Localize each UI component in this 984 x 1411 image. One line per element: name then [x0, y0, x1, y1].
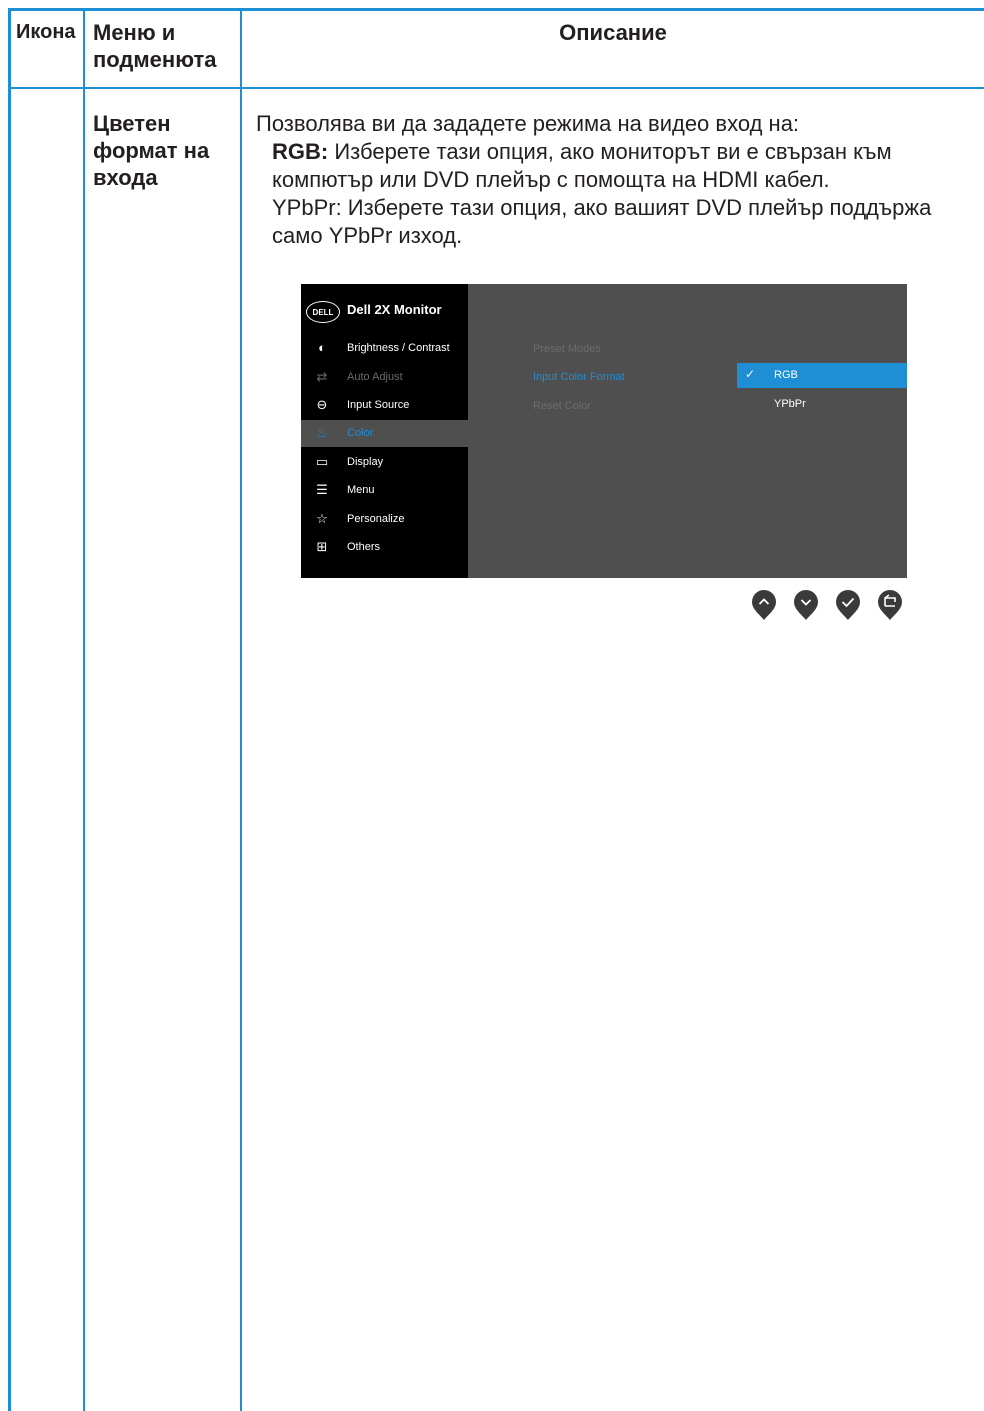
- option-label: RGB: [774, 369, 798, 381]
- osd-sidebar: DELL Dell 2X Monitor ◐ Brightness / Cont…: [301, 284, 468, 578]
- rgb-label: RGB:: [272, 139, 329, 164]
- osd-item-personalize[interactable]: ☆ Personalize: [301, 506, 468, 533]
- column-divider-2: [240, 8, 242, 1411]
- description-rgb: RGB: Изберете тази опция, ако мониторът …: [256, 138, 966, 194]
- menu-name-line1: Цветен: [93, 111, 171, 136]
- menu-name-line3: входа: [93, 165, 158, 190]
- down-button[interactable]: [793, 589, 819, 621]
- color-icon: ♨: [316, 425, 328, 440]
- table-top-border: [8, 8, 984, 11]
- osd-title: Dell 2X Monitor: [347, 302, 442, 317]
- submenu-preset-modes[interactable]: Preset Modes: [533, 343, 601, 355]
- brightness-icon: ◐: [318, 340, 326, 355]
- back-icon: [878, 590, 902, 620]
- osd-item-menu[interactable]: ☰ Menu: [301, 477, 468, 504]
- osd-item-label: Personalize: [347, 513, 405, 525]
- column-divider-1: [83, 8, 85, 1411]
- option-label: YPbPr: [774, 398, 806, 410]
- others-icon: ⊞: [316, 539, 328, 554]
- up-button[interactable]: [751, 589, 777, 621]
- osd-item-brightness[interactable]: ◐ Brightness / Contrast: [301, 335, 468, 362]
- osd-item-label: Brightness / Contrast: [347, 342, 450, 354]
- table-left-border: [8, 8, 11, 1411]
- option-ypbpr[interactable]: YPbPr: [737, 392, 907, 417]
- osd-item-label: Input Source: [347, 399, 410, 411]
- osd-item-auto-adjust[interactable]: ⇄ Auto Adjust: [301, 364, 468, 391]
- osd-item-display[interactable]: ▭ Display: [301, 449, 468, 476]
- back-button[interactable]: [877, 589, 903, 621]
- osd-item-others[interactable]: ⊞ Others: [301, 534, 468, 561]
- rgb-text: Изберете тази опция, ако мониторът ви е …: [272, 139, 892, 192]
- description: Позволява ви да зададете режима на видео…: [256, 110, 966, 250]
- header-divider: [8, 87, 984, 89]
- header-menu-column: Меню и подменюта: [93, 19, 216, 73]
- display-icon: ▭: [315, 454, 329, 469]
- header-menu-line1: Меню и: [93, 20, 176, 45]
- ok-button[interactable]: [835, 589, 861, 621]
- down-icon: [794, 590, 818, 620]
- check-icon: ✓: [745, 367, 756, 381]
- menu-name: Цветен формат на входа: [93, 110, 233, 191]
- osd-item-color[interactable]: ♨ Color: [301, 420, 468, 447]
- osd-item-label: Display: [347, 456, 384, 468]
- header-icon-column: Икона: [16, 21, 76, 43]
- osd-item-label: Menu: [347, 484, 375, 496]
- check-icon: [836, 590, 860, 620]
- option-rgb[interactable]: ✓ RGB: [737, 363, 907, 388]
- description-intro: Позволява ви да зададете режима на видео…: [256, 111, 800, 136]
- osd-item-label: Auto Adjust: [347, 371, 403, 383]
- header-menu-line2: подменюта: [93, 47, 217, 72]
- osd-screenshot: DELL Dell 2X Monitor ◐ Brightness / Cont…: [301, 284, 907, 578]
- auto-adjust-icon: ⇄: [316, 369, 328, 384]
- osd-item-input-source[interactable]: ⊖ Input Source: [301, 392, 468, 419]
- menu-icon: ☰: [316, 482, 328, 497]
- osd-item-label: Color: [347, 427, 374, 439]
- description-ypbpr: YPbPr: Изберете тази опция, ако вашият D…: [272, 195, 932, 248]
- header-description-column: Описание: [559, 20, 667, 45]
- submenu-input-color-format[interactable]: Input Color Format: [533, 371, 625, 383]
- input-source-icon: ⊖: [316, 397, 328, 412]
- submenu-reset-color[interactable]: Reset Color: [533, 400, 591, 412]
- star-icon: ☆: [316, 511, 328, 526]
- dell-logo: DELL: [306, 301, 340, 323]
- up-icon: [752, 590, 776, 620]
- menu-name-line2: формат на: [93, 138, 210, 163]
- osd-item-label: Others: [347, 541, 381, 553]
